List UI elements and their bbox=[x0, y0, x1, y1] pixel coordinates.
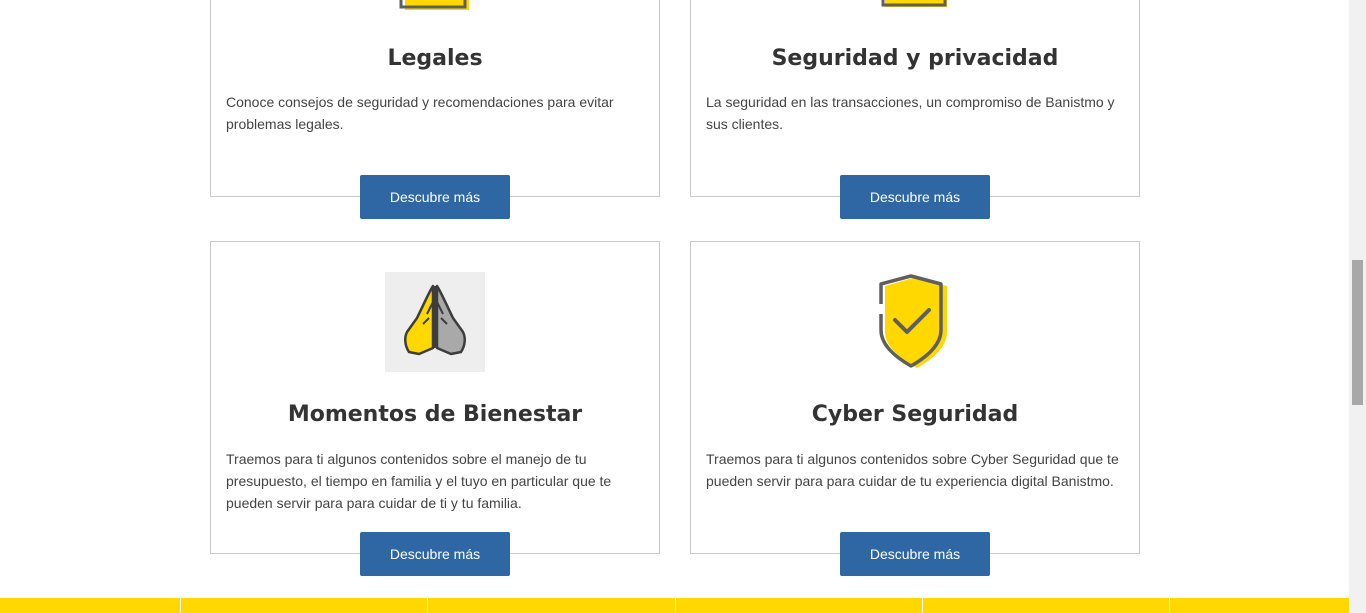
strip-divider bbox=[922, 598, 923, 613]
footer-yellow-strip bbox=[0, 598, 1349, 613]
descubre-mas-button[interactable]: Descubre más bbox=[360, 175, 510, 219]
card-title: Momentos de Bienestar bbox=[287, 402, 583, 427]
card-description: Conoce consejos de seguridad y recomenda… bbox=[226, 94, 614, 132]
lock-icon bbox=[881, 0, 951, 9]
strip-divider bbox=[675, 598, 676, 613]
scrollbar-thumb[interactable] bbox=[1352, 260, 1363, 405]
descubre-mas-button[interactable]: Descubre más bbox=[840, 175, 990, 219]
card-title: Seguridad y privacidad bbox=[771, 46, 1059, 71]
card-title: Cyber Seguridad bbox=[811, 402, 1019, 427]
praying-hands-icon bbox=[385, 272, 485, 372]
descubre-mas-button[interactable]: Descubre más bbox=[840, 532, 990, 576]
shield-check-icon bbox=[871, 274, 961, 374]
card-legales: Legales Conoce consejos de seguridad y r… bbox=[210, 0, 660, 197]
card-title: Legales bbox=[387, 46, 483, 71]
vertical-scrollbar[interactable] bbox=[1349, 0, 1366, 613]
strip-divider bbox=[180, 598, 181, 613]
card-description: Traemos para ti algunos contenidos sobre… bbox=[706, 451, 1119, 489]
document-icon bbox=[399, 0, 473, 11]
strip-divider bbox=[1169, 598, 1170, 613]
card-description: La seguridad en las transacciones, un co… bbox=[706, 94, 1115, 132]
card-momentos-bienestar: Momentos de Bienestar Traemos para ti al… bbox=[210, 241, 660, 554]
card-cyber-seguridad: Cyber Seguridad Traemos para ti algunos … bbox=[690, 241, 1140, 554]
descubre-mas-button[interactable]: Descubre más bbox=[360, 532, 510, 576]
card-seguridad-privacidad: Seguridad y privacidad La seguridad en l… bbox=[690, 0, 1140, 197]
card-description: Traemos para ti algunos contenidos sobre… bbox=[226, 451, 612, 511]
strip-divider bbox=[427, 598, 428, 613]
